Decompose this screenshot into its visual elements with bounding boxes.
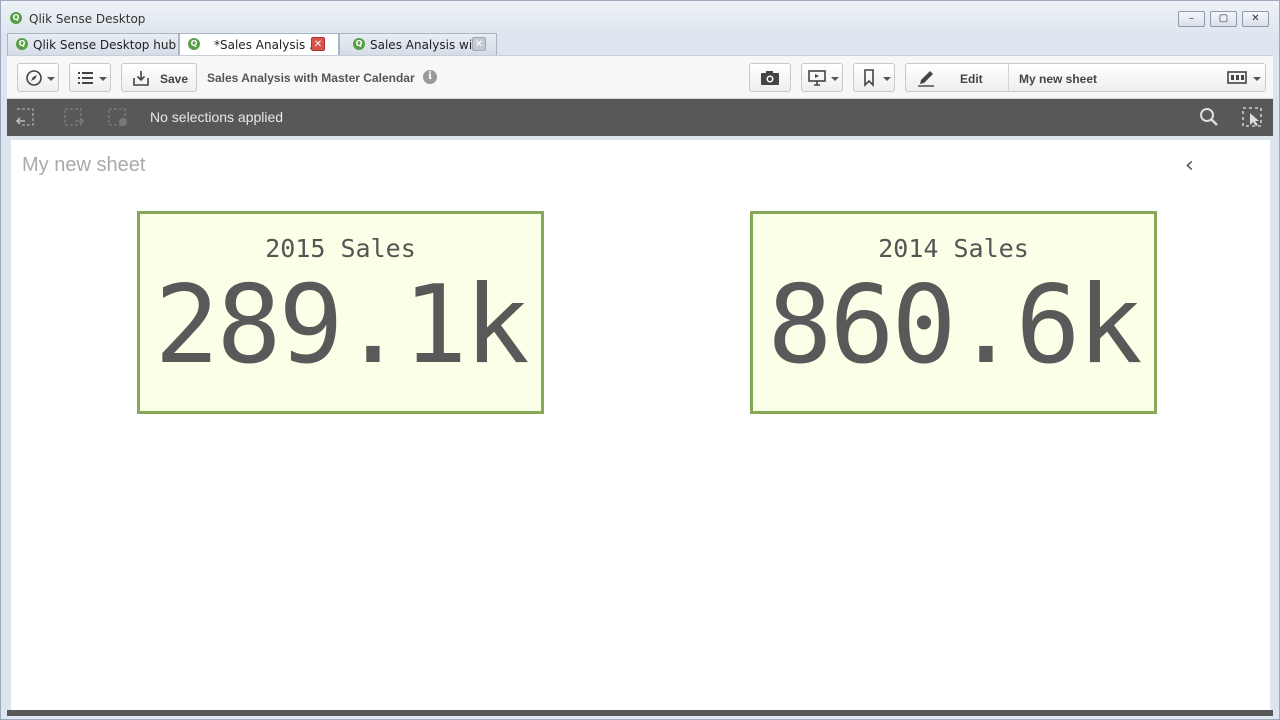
qlik-tab-icon: Q <box>188 38 200 50</box>
snapshot-button[interactable] <box>749 63 791 92</box>
tab-close-icon[interactable]: ✕ <box>311 37 325 51</box>
tab-close-icon[interactable]: ✕ <box>472 37 486 51</box>
toolbar: Save Sales Analysis with Master Calendar… <box>7 55 1273 99</box>
app-window: Q Qlik Sense Desktop – ▢ ✕ Q Qlik Sense … <box>0 0 1280 720</box>
sheets-grid-icon <box>1227 71 1247 84</box>
tab-label: Sales Analysis wi... <box>370 38 484 52</box>
tab-desktop-hub[interactable]: Q Qlik Sense Desktop hub <box>7 33 179 55</box>
title-bar: Q Qlik Sense Desktop – ▢ ✕ <box>1 1 1279 33</box>
camera-icon <box>761 71 779 85</box>
kpi-title: 2015 Sales <box>265 234 416 263</box>
sheet-title: My new sheet <box>22 154 146 176</box>
clear-selections-icon[interactable] <box>107 107 129 127</box>
tab-label: Qlik Sense Desktop hub <box>33 38 177 52</box>
step-back-icon[interactable] <box>15 107 37 127</box>
tab-sales-analysis-with[interactable]: Q Sales Analysis wi... ✕ <box>339 33 497 55</box>
present-button[interactable] <box>801 63 843 92</box>
selections-bar: No selections applied <box>7 99 1273 136</box>
bookmark-icon <box>864 69 874 87</box>
collapse-panel-icon[interactable]: ‹ <box>1185 153 1194 178</box>
edit-button[interactable]: Edit <box>905 63 1009 92</box>
window-bottom-border <box>7 710 1273 716</box>
qlik-logo-icon: Q <box>10 12 22 24</box>
kpi-title: 2014 Sales <box>878 234 1029 263</box>
save-label: Save <box>160 72 189 86</box>
current-sheet-name: My new sheet <box>1019 72 1098 86</box>
close-window-button[interactable]: ✕ <box>1242 11 1269 27</box>
edit-label: Edit <box>960 72 983 86</box>
selections-tool-icon[interactable] <box>1242 107 1264 127</box>
sheet-navigator[interactable]: My new sheet <box>1008 63 1266 92</box>
tab-bar: Q Qlik Sense Desktop hub Q *Sales Analys… <box>7 33 1273 56</box>
bookmark-button[interactable] <box>853 63 895 92</box>
kpi-2015-sales[interactable]: 2015 Sales 289.1k <box>137 211 544 414</box>
kpi-2014-sales[interactable]: 2014 Sales 860.6k <box>750 211 1157 414</box>
compass-icon <box>26 70 42 86</box>
kpi-value: 289.1k <box>154 263 529 388</box>
maximize-button[interactable]: ▢ <box>1210 11 1237 27</box>
qlik-tab-icon: Q <box>16 38 28 50</box>
presentation-icon <box>808 70 826 86</box>
list-icon <box>78 72 93 84</box>
sheet-canvas: My new sheet ‹ 2015 Sales 289.1k 2014 Sa… <box>11 140 1270 710</box>
window-title: Qlik Sense Desktop <box>29 12 146 26</box>
qlik-tab-icon: Q <box>353 38 365 50</box>
info-icon[interactable]: i <box>423 70 437 84</box>
app-title: Sales Analysis with Master Calendar <box>207 71 415 85</box>
navigation-menu-button[interactable] <box>17 63 59 92</box>
pencil-icon <box>918 71 934 87</box>
search-icon[interactable] <box>1198 107 1220 127</box>
minimize-button[interactable]: – <box>1178 11 1205 27</box>
save-button[interactable]: Save <box>121 63 197 92</box>
tab-label: *Sales Analysis ... <box>214 38 321 52</box>
global-menu-button[interactable] <box>69 63 111 92</box>
selections-status: No selections applied <box>150 109 284 125</box>
step-forward-icon[interactable] <box>63 107 85 127</box>
save-icon <box>133 71 149 86</box>
kpi-value: 860.6k <box>767 263 1142 388</box>
tab-sales-analysis-active[interactable]: Q *Sales Analysis ... ✕ <box>179 33 339 56</box>
